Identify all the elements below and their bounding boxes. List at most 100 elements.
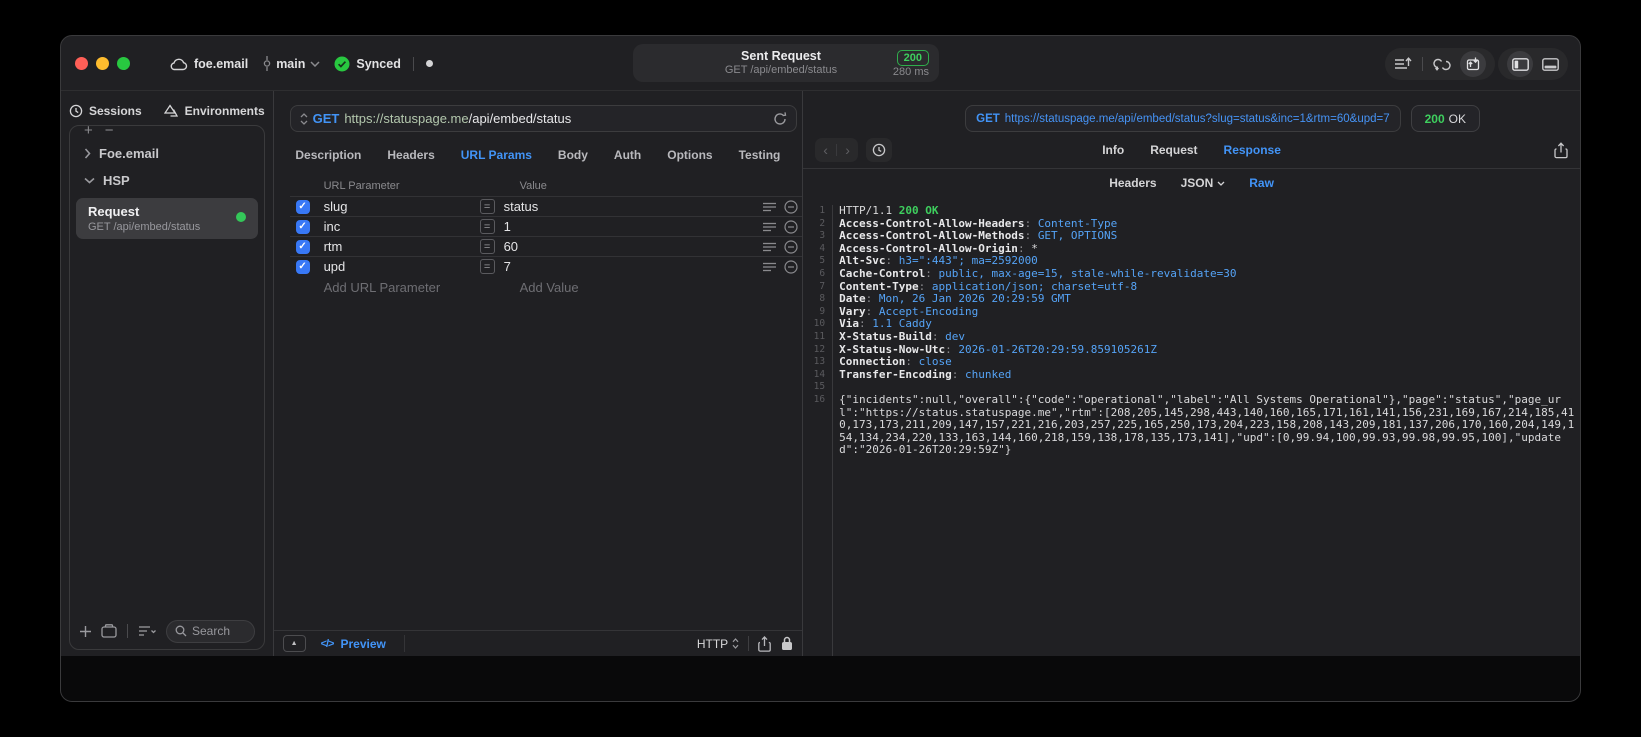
param-name[interactable]: inc <box>324 219 480 234</box>
sent-request-subtitle: GET /api/embed/status <box>724 64 838 76</box>
tab-auth[interactable]: Auth <box>614 148 641 162</box>
param-checkbox[interactable]: ✓ <box>295 199 310 214</box>
add-param-row: Add URL Parameter Add Value <box>296 276 803 298</box>
request-footer: ▲ </> Preview HTTP <box>273 630 803 656</box>
search-placeholder: Search <box>192 624 231 638</box>
sort-filter-button[interactable] <box>138 625 157 637</box>
request-item-subtitle: GET /api/embed/status <box>88 221 201 233</box>
subtab-headers-label: Headers <box>1109 176 1157 190</box>
line-number: 9 <box>803 305 834 319</box>
footer-divider <box>403 635 405 652</box>
titlebar-separator <box>412 56 414 71</box>
lock-icon[interactable] <box>781 636 793 651</box>
value-format-icon[interactable] <box>763 202 777 212</box>
equals-icon[interactable]: = <box>479 239 495 254</box>
equals-icon[interactable]: = <box>479 259 495 274</box>
delete-row-icon[interactable] <box>784 239 798 254</box>
toolbar-group-request <box>1385 48 1495 80</box>
minimize-window-button[interactable] <box>96 57 109 70</box>
url-input[interactable]: GET https://statuspage.me/api/embed/stat… <box>289 105 798 132</box>
column-header-parameter: URL Parameter <box>323 180 400 192</box>
param-name[interactable]: rtm <box>324 239 480 254</box>
tab-sessions[interactable]: Sessions <box>69 104 142 118</box>
line-number: 15 <box>803 381 834 394</box>
tab-environments[interactable]: Environments <box>163 104 265 118</box>
workspace-name[interactable]: foe.email <box>194 57 248 71</box>
branch-name[interactable]: main <box>276 57 305 71</box>
chevron-right-icon <box>84 148 91 159</box>
traffic-lights <box>75 57 130 70</box>
add-param-value-placeholder[interactable]: Add Value <box>520 280 579 295</box>
chevron-down-icon <box>1217 181 1225 186</box>
titlebar: foe.email main Synced Sent Request GET /… <box>61 36 1580 91</box>
tab-headers[interactable]: Headers <box>387 148 434 162</box>
sent-request-summary[interactable]: Sent Request GET /api/embed/status 200 2… <box>633 44 939 82</box>
param-checkbox[interactable]: ✓ <box>295 259 310 274</box>
subtab-headers[interactable]: Headers <box>1109 176 1156 190</box>
param-checkbox[interactable]: ✓ <box>295 219 310 234</box>
tab-request[interactable]: Request <box>1150 143 1197 157</box>
request-method[interactable]: GET <box>313 111 340 126</box>
preview-button[interactable]: </> Preview <box>321 637 386 651</box>
value-format-icon[interactable] <box>763 242 777 252</box>
param-name[interactable]: slug <box>324 199 480 214</box>
add-request-button[interactable] <box>79 625 92 638</box>
resend-request-button[interactable] <box>773 111 787 126</box>
response-line: 14 Transfer-Encoding: chunked <box>803 367 1580 382</box>
response-status-code: 200 <box>1424 111 1445 126</box>
zoom-window-button[interactable] <box>117 57 130 70</box>
request-list-icon[interactable] <box>1394 56 1412 72</box>
protocol-selector[interactable]: HTTP <box>697 637 739 651</box>
tab-testing[interactable]: Testing <box>739 148 781 162</box>
add-session-button[interactable]: + <box>84 126 93 139</box>
collapse-panel-button[interactable]: ▲ <box>282 635 306 652</box>
request-tabs: Description Headers URL Params Body Auth… <box>274 132 803 178</box>
param-value[interactable]: 7 <box>504 259 511 274</box>
tab-body[interactable]: Body <box>558 148 588 162</box>
history-clock-icon <box>69 104 83 118</box>
line-number: 10 <box>803 318 834 331</box>
param-value[interactable]: 60 <box>504 239 518 254</box>
toggle-bottom-panel-button[interactable] <box>1542 57 1559 71</box>
response-subtab-bar: Headers JSON Raw <box>803 169 1580 197</box>
method-selector-icon[interactable] <box>300 112 308 125</box>
request-list-item-selected[interactable]: Request GET /api/embed/status <box>76 198 258 239</box>
tab-description[interactable]: Description <box>295 148 361 162</box>
send-receive-button[interactable] <box>1460 51 1486 77</box>
line-text: Transfer-Encoding: chunked <box>839 367 1012 381</box>
add-param-name-placeholder[interactable]: Add URL Parameter <box>324 280 494 295</box>
search-input[interactable]: Search <box>166 619 255 643</box>
delete-row-icon[interactable] <box>784 219 798 234</box>
response-url-display[interactable]: GET https://statuspage.me/api/embed/stat… <box>965 105 1401 132</box>
delete-row-icon[interactable] <box>784 199 798 214</box>
equals-icon[interactable]: = <box>479 219 495 234</box>
value-format-icon[interactable] <box>763 222 777 232</box>
param-value[interactable]: 1 <box>504 219 511 234</box>
tab-url-params[interactable]: URL Params <box>461 148 532 162</box>
value-format-icon[interactable] <box>763 262 777 272</box>
tab-response[interactable]: Response <box>1224 143 1281 157</box>
tab-options[interactable]: Options <box>667 148 712 162</box>
tree-group-hsp[interactable]: HSP <box>70 167 264 194</box>
flow-loop-icon[interactable] <box>1433 57 1451 72</box>
chevron-down-icon[interactable] <box>310 60 320 67</box>
subtab-raw[interactable]: Raw <box>1249 176 1274 190</box>
line-number: 6 <box>803 267 834 281</box>
remove-session-button[interactable]: − <box>105 126 114 139</box>
share-icon[interactable] <box>758 635 772 652</box>
close-window-button[interactable] <box>75 57 88 70</box>
param-checkbox[interactable]: ✓ <box>295 239 310 254</box>
subtab-json[interactable]: JSON <box>1181 176 1226 190</box>
param-name[interactable]: upd <box>324 259 480 274</box>
tree-group-foe-email[interactable]: Foe.email <box>70 140 264 167</box>
tab-info[interactable]: Info <box>1102 143 1124 157</box>
delete-row-icon[interactable] <box>784 259 798 274</box>
new-folder-button[interactable] <box>101 624 117 638</box>
response-gutter-fill <box>803 456 1580 656</box>
equals-icon[interactable]: = <box>479 199 495 214</box>
cloud-icon <box>169 57 188 71</box>
param-value[interactable]: status <box>504 199 539 214</box>
line-number: 13 <box>803 356 834 369</box>
toggle-left-panel-button[interactable] <box>1507 51 1533 77</box>
subtab-json-label: JSON <box>1180 176 1214 190</box>
